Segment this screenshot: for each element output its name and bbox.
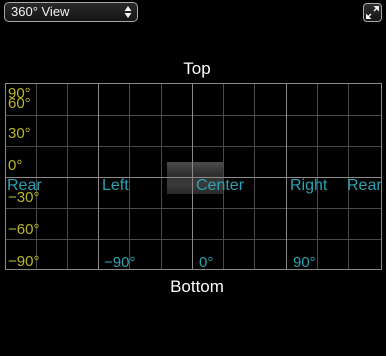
azimuth-degree-0: 0° bbox=[199, 254, 214, 271]
top-label: Top bbox=[183, 59, 211, 78]
elevation-label-30: 30° bbox=[8, 125, 31, 142]
azimuth-label-center: Center bbox=[196, 177, 245, 194]
bottom-label: Bottom bbox=[170, 277, 224, 296]
azimuth-label-right: Right bbox=[290, 177, 328, 194]
expand-arrows-icon bbox=[366, 6, 379, 19]
expand-button[interactable] bbox=[363, 3, 382, 22]
elevation-label-minus-60: −60° bbox=[8, 221, 40, 238]
elevation-label-0: 0° bbox=[8, 157, 23, 174]
select-up-down-arrows-icon bbox=[124, 6, 132, 18]
azimuth-degree-90: 90° bbox=[293, 254, 316, 271]
elevation-label-60-top: 60° bbox=[8, 95, 31, 112]
azimuth-label-left: Left bbox=[102, 177, 129, 194]
azimuth-label-rear-right: Rear bbox=[347, 177, 382, 194]
azimuth-label-rear-left: Rear bbox=[7, 177, 42, 194]
elevation-label-minus-90: −90° bbox=[8, 253, 40, 270]
view-select[interactable]: 360° View bbox=[4, 2, 138, 22]
azimuth-degree-minus-90: −90° bbox=[104, 254, 136, 271]
view-select-value: 360° View bbox=[11, 4, 70, 19]
